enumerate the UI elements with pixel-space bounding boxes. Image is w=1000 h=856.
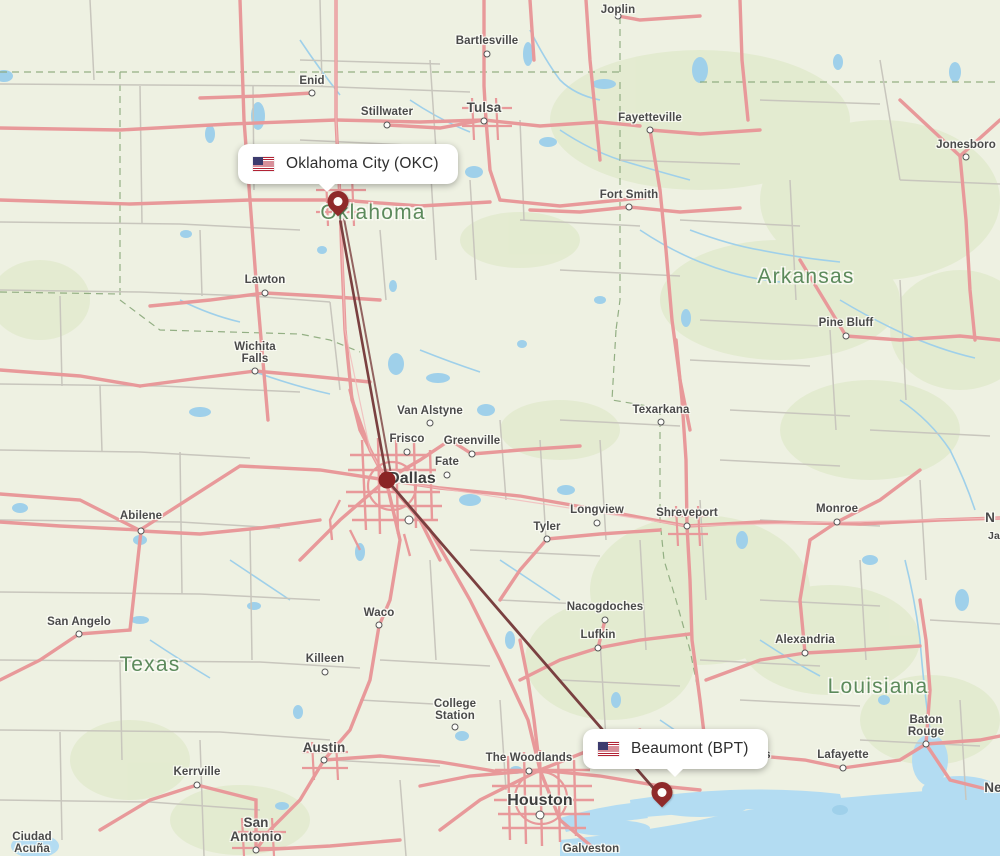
us-flag-icon — [598, 742, 619, 756]
city-marker — [308, 89, 316, 97]
origin-pin[interactable] — [323, 186, 353, 217]
city-label: Fayetteville — [618, 112, 682, 124]
city-marker — [683, 522, 691, 530]
city-label: Waco — [363, 607, 395, 619]
city-marker — [614, 12, 622, 20]
city-label: Wichita Falls — [234, 341, 276, 366]
city-label: Austin — [302, 740, 346, 755]
map-pin-hole — [657, 788, 667, 797]
city-marker — [468, 450, 476, 458]
city-marker — [657, 418, 665, 426]
city-marker — [251, 367, 259, 375]
city-label: Fort Smith — [599, 189, 659, 201]
city-label: Lafayette — [817, 749, 869, 761]
state-label: Louisiana — [827, 675, 929, 698]
origin-tooltip[interactable]: Oklahoma City (OKC) — [238, 144, 458, 192]
city-marker — [443, 471, 451, 479]
city-label: Bartlesville — [455, 35, 519, 47]
city-marker — [137, 527, 145, 535]
city-label: Ja — [988, 530, 1000, 542]
city-marker — [535, 810, 545, 820]
state-label: Texas — [119, 653, 181, 676]
city-label: San Antonio — [230, 815, 282, 845]
city-label: The Woodlands — [485, 752, 573, 764]
city-label: N — [985, 510, 995, 525]
city-marker — [483, 50, 491, 58]
destination-tooltip[interactable]: Beaumont (BPT) — [583, 729, 768, 777]
airport-label: Beaumont (BPT) — [631, 740, 749, 757]
city-marker — [922, 740, 930, 748]
city-label: Fate — [434, 456, 460, 468]
city-marker — [801, 649, 809, 657]
map-overlay: Joplin Bartlesville Enid Stillwater Tulsa Fay… — [0, 0, 1000, 856]
city-label: Enid — [299, 75, 325, 87]
city-marker — [261, 289, 269, 297]
city-label: Shreveport — [656, 507, 718, 519]
city-marker — [252, 846, 260, 854]
city-marker — [842, 332, 850, 340]
city-label: Tulsa — [466, 100, 502, 115]
city-label: Monroe — [815, 503, 859, 515]
city-marker — [594, 644, 602, 652]
city-label: Ne — [984, 780, 1000, 795]
city-marker — [320, 756, 328, 764]
city-label: Nacogdoches — [566, 601, 644, 613]
city-label: Alexandria — [775, 634, 835, 646]
city-label: Tyler — [533, 521, 561, 533]
destination-pin[interactable] — [647, 777, 677, 808]
city-label: Frisco — [389, 433, 425, 445]
city-marker — [625, 203, 633, 211]
city-label: Ciudad Acuña — [12, 831, 52, 856]
city-label: Galveston — [562, 843, 620, 855]
city-marker — [451, 723, 459, 731]
city-label: Lufkin — [580, 629, 616, 641]
city-label: Longview — [570, 504, 624, 516]
city-marker — [646, 126, 654, 134]
city-label: Killeen — [305, 653, 345, 665]
city-marker — [193, 781, 201, 789]
airport-label: Oklahoma City (OKC) — [286, 155, 439, 172]
city-marker — [839, 764, 847, 772]
city-marker — [593, 519, 601, 527]
city-label: San Angelo — [47, 616, 111, 628]
city-marker — [525, 767, 533, 775]
dallas-waypoint[interactable] — [378, 471, 396, 489]
city-label: Pine Bluff — [818, 317, 874, 329]
city-marker — [962, 153, 970, 161]
city-marker — [426, 419, 434, 427]
city-label: Greenville — [443, 435, 501, 447]
city-marker — [404, 515, 414, 525]
route-map[interactable]: Joplin Bartlesville Enid Stillwater Tulsa Fay… — [0, 0, 1000, 856]
city-marker — [383, 121, 391, 129]
city-marker — [75, 630, 83, 638]
city-label: Texarkana — [632, 404, 690, 416]
city-label: College Station — [433, 698, 477, 723]
state-label: Arkansas — [757, 265, 855, 288]
city-marker — [601, 616, 609, 624]
city-label: Houston — [507, 792, 573, 809]
city-label: Baton Rouge — [907, 714, 945, 739]
city-label: Stillwater — [360, 106, 414, 118]
city-label: Van Alstyne — [397, 405, 463, 417]
city-label: Jonesboro — [936, 139, 996, 151]
city-marker — [480, 117, 488, 125]
map-pin-hole — [333, 197, 343, 206]
city-marker — [833, 518, 841, 526]
city-marker — [403, 448, 411, 456]
city-marker — [543, 535, 551, 543]
city-label: Abilene — [119, 510, 163, 522]
city-label: Lawton — [244, 274, 286, 286]
city-marker — [375, 621, 383, 629]
us-flag-icon — [253, 157, 274, 171]
city-label: Kerrville — [173, 766, 221, 778]
city-marker — [321, 668, 329, 676]
